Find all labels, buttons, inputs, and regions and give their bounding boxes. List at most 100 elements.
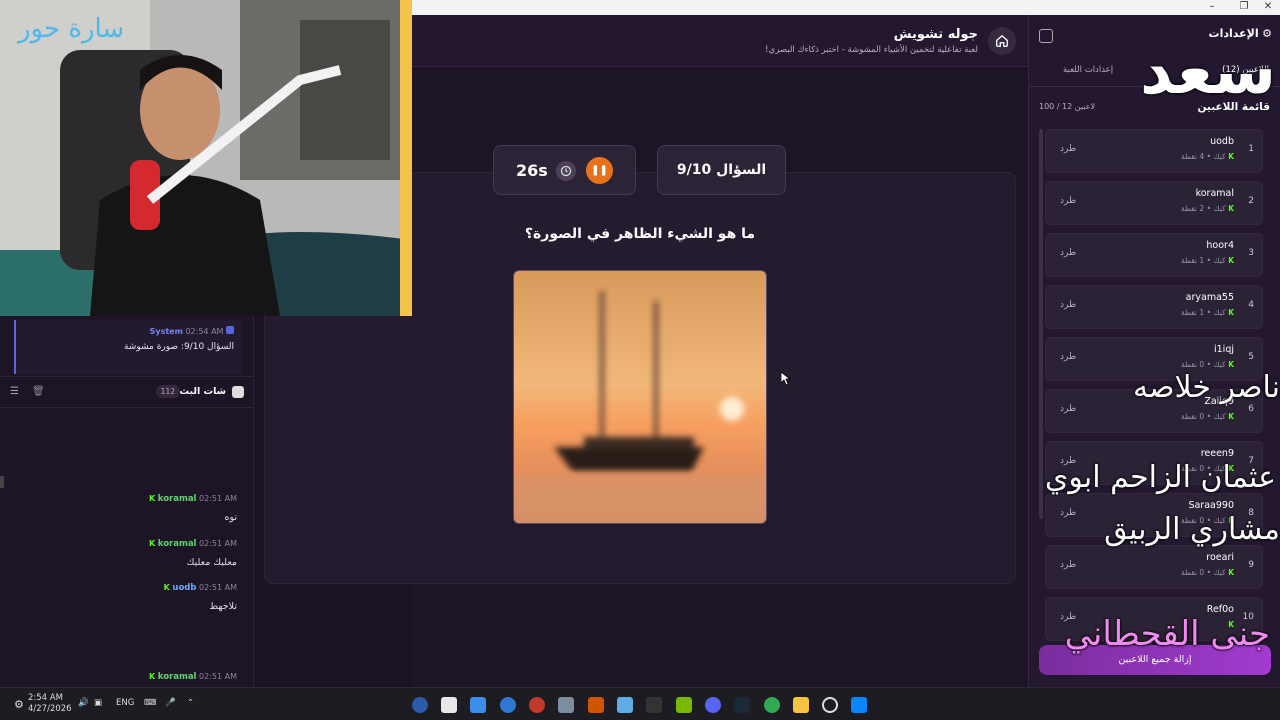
player-rank: 6 bbox=[1248, 404, 1254, 414]
chat-count-badge: 112 bbox=[155, 385, 180, 398]
chat-icon bbox=[232, 386, 244, 398]
taskbar-date: 4/27/2026 bbox=[28, 704, 72, 714]
tab-game-settings[interactable]: إعدادات اللعبة bbox=[1063, 65, 1113, 75]
clock-area: 2:54 AM 4/27/2026 bbox=[28, 693, 72, 715]
kick-player-button[interactable]: طرد bbox=[1060, 508, 1076, 518]
players-scrollbar[interactable] bbox=[1039, 129, 1043, 519]
player-points: كيك • 1 نقطة bbox=[1180, 256, 1226, 265]
app-icon-capcut[interactable] bbox=[441, 697, 457, 713]
player-name: koramal bbox=[1195, 188, 1234, 199]
kick-icon: K bbox=[1225, 412, 1234, 421]
kick-icon: K bbox=[149, 539, 156, 548]
question-counter: السؤال 9/10 bbox=[676, 162, 767, 178]
player-meta: K كيك • 0 نقطة bbox=[1181, 412, 1234, 421]
overlay-name-2: عثمان الزاحم ابوي bbox=[1044, 460, 1276, 495]
home-button[interactable] bbox=[988, 27, 1016, 55]
player-meta: K كيك • 2 نقطة bbox=[1181, 204, 1234, 213]
player-rank: 4 bbox=[1248, 300, 1254, 310]
kick-player-button[interactable]: طرد bbox=[1060, 144, 1076, 154]
home-icon bbox=[996, 34, 1008, 47]
game-header: جوله تشويش لعبة تفاعلية لتخمين الأشياء ا… bbox=[412, 15, 1028, 67]
player-name: uodb bbox=[1210, 136, 1234, 147]
chat-time: 02:51 AM bbox=[199, 672, 237, 681]
minimize-button[interactable]: – bbox=[1200, 0, 1224, 15]
kick-player-button[interactable]: طرد bbox=[1060, 352, 1076, 362]
network-icon[interactable]: ▣ bbox=[94, 698, 102, 708]
language-indicator[interactable]: ENG bbox=[116, 698, 134, 708]
player-name: i1iqj bbox=[1214, 344, 1234, 355]
player-rank: 2 bbox=[1248, 196, 1254, 206]
overlay-name-4: جنى القحطاني bbox=[1064, 614, 1270, 654]
tray-chevron-icon[interactable]: ⌃ bbox=[187, 698, 194, 708]
page-subtitle: لعبة تفاعلية لتخمين الأشياء المشوشة - اخ… bbox=[765, 45, 978, 55]
settings-sidebar: ⚙ الإعدادات اللاعبين (12) إعدادات اللعبة… bbox=[1028, 15, 1280, 687]
player-rank: 9 bbox=[1248, 560, 1254, 570]
blurred-image bbox=[513, 270, 767, 524]
webcam-feed: سارة حور bbox=[0, 0, 412, 316]
keyboard-icon[interactable]: ⌨ bbox=[144, 698, 156, 708]
chat-time: 02:51 AM bbox=[199, 583, 237, 592]
app-icon-1[interactable] bbox=[412, 697, 428, 713]
microphone-icon[interactable]: 🎤 bbox=[165, 698, 176, 708]
chat-message: K koramal 02:51 AM توه bbox=[17, 494, 237, 523]
steam-icon[interactable] bbox=[734, 697, 750, 713]
player-points: كيك • 1 نقطة bbox=[1180, 308, 1226, 317]
system-text: السؤال 9/10: صورة مشوشة bbox=[123, 342, 234, 352]
player-rank: 1 bbox=[1248, 144, 1254, 154]
overlay-name-top: سعد bbox=[1139, 35, 1276, 109]
player-row: 3 hoor4 K كيك • 1 نقطة طرد bbox=[1045, 233, 1263, 277]
stream-chat: System 02:54 AM السؤال 9/10: صورة مشوشة … bbox=[0, 316, 254, 687]
pause-button[interactable]: ❚❚ bbox=[586, 157, 613, 184]
weather-icon[interactable]: ⚙ bbox=[14, 698, 24, 711]
chat-user: uodb bbox=[172, 583, 197, 593]
chat-message: K uodb 02:51 AM تلاجهط bbox=[17, 583, 237, 612]
restore-button[interactable]: ❐ bbox=[1232, 0, 1256, 15]
kick-icon: K bbox=[1225, 308, 1234, 317]
chat-message: K koramal 02:51 AM معليك معليك bbox=[17, 539, 237, 568]
player-meta: K كيك • 0 نقطة bbox=[1181, 360, 1234, 369]
kick-icon: K bbox=[1225, 360, 1234, 369]
discord-icon[interactable] bbox=[705, 697, 721, 713]
app-icon-3[interactable] bbox=[470, 697, 486, 713]
player-rank: 5 bbox=[1248, 352, 1254, 362]
kick-player-button[interactable]: طرد bbox=[1060, 300, 1076, 310]
kick-player-button[interactable]: طرد bbox=[1060, 560, 1076, 570]
collapse-panel-icon[interactable] bbox=[1039, 29, 1053, 43]
chrome-icon[interactable] bbox=[764, 697, 780, 713]
close-button[interactable]: ✕ bbox=[1256, 0, 1280, 15]
kick-icon: K bbox=[149, 672, 156, 681]
system-user: System bbox=[149, 327, 183, 336]
chat-user: koramal bbox=[157, 672, 197, 682]
player-name: reeen9 bbox=[1200, 448, 1234, 459]
nvidia-icon[interactable] bbox=[676, 697, 692, 713]
app-icon-7[interactable] bbox=[588, 697, 604, 713]
app-icon-8[interactable] bbox=[617, 697, 633, 713]
windows-start-icon[interactable] bbox=[851, 697, 867, 713]
file-explorer-icon[interactable] bbox=[793, 697, 809, 713]
kick-player-button[interactable]: طرد bbox=[1060, 404, 1076, 414]
question-counter-card: السؤال 9/10 bbox=[657, 145, 786, 195]
speaker-icon[interactable]: 🔊 bbox=[78, 698, 89, 708]
chat-scrollbar[interactable] bbox=[0, 476, 4, 488]
app-icon-obs[interactable] bbox=[529, 697, 545, 713]
player-rank: 3 bbox=[1248, 248, 1254, 258]
menu-icon[interactable]: ☰ bbox=[10, 386, 19, 397]
settings-app-icon[interactable] bbox=[558, 697, 574, 713]
chat-text: توه bbox=[224, 512, 237, 523]
player-name: aryama55 bbox=[1185, 292, 1234, 303]
app-icon-4[interactable] bbox=[500, 697, 516, 713]
kick-player-button[interactable]: طرد bbox=[1060, 196, 1076, 206]
chat-time: 02:51 AM bbox=[199, 494, 237, 503]
timer-card: 26s ❚❚ bbox=[493, 145, 636, 195]
overlay-name-3: مشاري الربيق bbox=[1104, 512, 1280, 547]
player-points: كيك • 0 نقطة bbox=[1180, 412, 1226, 421]
webcam-overlay-name: سارة حور bbox=[18, 14, 125, 44]
search-icon[interactable] bbox=[822, 697, 838, 713]
system-badge-icon bbox=[226, 326, 234, 334]
trash-icon[interactable]: 🗑 bbox=[32, 386, 45, 397]
taskbar-time: 2:54 AM bbox=[28, 693, 63, 703]
kick-icon: K bbox=[163, 583, 170, 592]
kick-player-button[interactable]: طرد bbox=[1060, 248, 1076, 258]
app-icon-9[interactable] bbox=[646, 697, 662, 713]
clock-icon bbox=[556, 161, 576, 181]
